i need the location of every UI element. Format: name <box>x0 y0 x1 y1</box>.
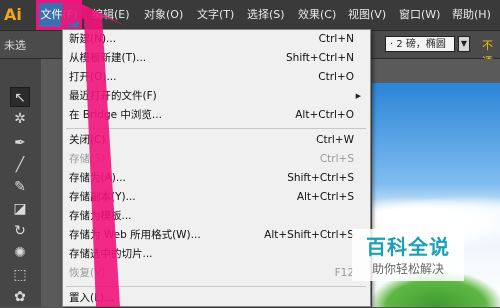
menu-select[interactable]: 选择(S) <box>247 0 285 30</box>
file-menu-dropdown: 新建(N)... Ctrl+N 从模板新建(T)... Shift+Ctrl+N… <box>62 29 371 307</box>
pencil-tool-icon[interactable]: ✎ <box>10 177 30 197</box>
selection-tool-icon[interactable]: ↖ <box>10 87 30 107</box>
symbol-sprayer-tool-icon[interactable]: ✿ <box>10 287 30 307</box>
rotate-tool-icon[interactable]: ↻ <box>10 221 30 241</box>
menu-separator <box>66 286 366 287</box>
menu-item-save-as[interactable]: 存储为(A)... Shift+Ctrl+S <box>63 169 370 188</box>
menu-view[interactable]: 视图(V) <box>348 0 386 30</box>
menu-separator <box>66 128 366 129</box>
menu-file[interactable]: 文件(F) <box>36 0 82 30</box>
free-transform-tool-icon[interactable]: ⬚ <box>10 265 30 285</box>
menu-window[interactable]: 窗口(W) <box>399 0 440 30</box>
menu-object[interactable]: 对象(O) <box>144 0 183 30</box>
menu-edit[interactable]: 编辑(E) <box>92 0 130 30</box>
menu-item-save-selected-slices[interactable]: 存储选中的切片... <box>63 245 370 264</box>
menu-item-browse-in-bridge[interactable]: 在 Bridge 中浏览... Alt+Ctrl+O <box>63 106 370 125</box>
submenu-arrow-icon: ▶ <box>355 92 361 100</box>
eraser-tool-icon[interactable]: ◪ <box>10 199 30 219</box>
chevron-down-icon[interactable]: ▼ <box>458 36 470 52</box>
app-logo: Ai <box>4 5 22 24</box>
menu-item-new[interactable]: 新建(N)... Ctrl+N <box>63 30 370 49</box>
menu-item-open-recent[interactable]: 最近打开的文件(F) ▶ <box>63 87 370 106</box>
menu-help[interactable]: 帮助(H) <box>452 0 491 30</box>
line-tool-icon[interactable]: ╱ <box>10 155 30 175</box>
menu-item-save: 存储(S) Ctrl+S <box>69 153 354 165</box>
magic-wand-tool-icon[interactable]: ✲ <box>10 109 30 129</box>
menu-item-save-a-copy[interactable]: 存储副本(Y)... Alt+Ctrl+S <box>63 188 370 207</box>
pen-tool-icon[interactable]: ✒ <box>10 133 30 153</box>
menu-item-revert: 恢复(V) F12 <box>69 267 354 279</box>
menu-item-new-from-template[interactable]: 从模板新建(T)... Shift+Ctrl+N <box>63 49 370 68</box>
watermark-subtitle: 助你轻松解决 <box>372 262 445 276</box>
watermark-badge: 百科全说 助你轻松解决 <box>352 229 464 281</box>
menu-item-save-for-web[interactable]: 存储为 Web 所用格式(W)... Alt+Shift+Ctrl+S <box>63 226 370 245</box>
tools-panel: ↖ ✲ ✒ ╱ ✎ ◪ ↻ ✺ ⬚ ✿ <box>0 59 42 307</box>
menu-effect[interactable]: 效果(C) <box>298 0 336 30</box>
menu-item-save-as-template[interactable]: 存储为模板... <box>63 207 370 226</box>
menu-type[interactable]: 文字(T) <box>197 0 234 30</box>
menu-item-close[interactable]: 关闭(C) Ctrl+W <box>63 131 370 150</box>
menu-item-open[interactable]: 打开(O)... Ctrl+O <box>63 68 370 87</box>
warp-tool-icon[interactable]: ✺ <box>10 243 30 263</box>
menu-item-place[interactable]: 置入(L)... <box>63 289 370 308</box>
stroke-profile-field[interactable]: · 2 磅，椭圆 <box>385 36 455 52</box>
selection-status: 未选 <box>4 39 26 52</box>
menu-bar: Ai 文件(F) 编辑(E) 对象(O) 文字(T) 选择(S) 效果(C) 视… <box>0 0 500 31</box>
watermark-title: 百科全说 <box>366 235 450 259</box>
